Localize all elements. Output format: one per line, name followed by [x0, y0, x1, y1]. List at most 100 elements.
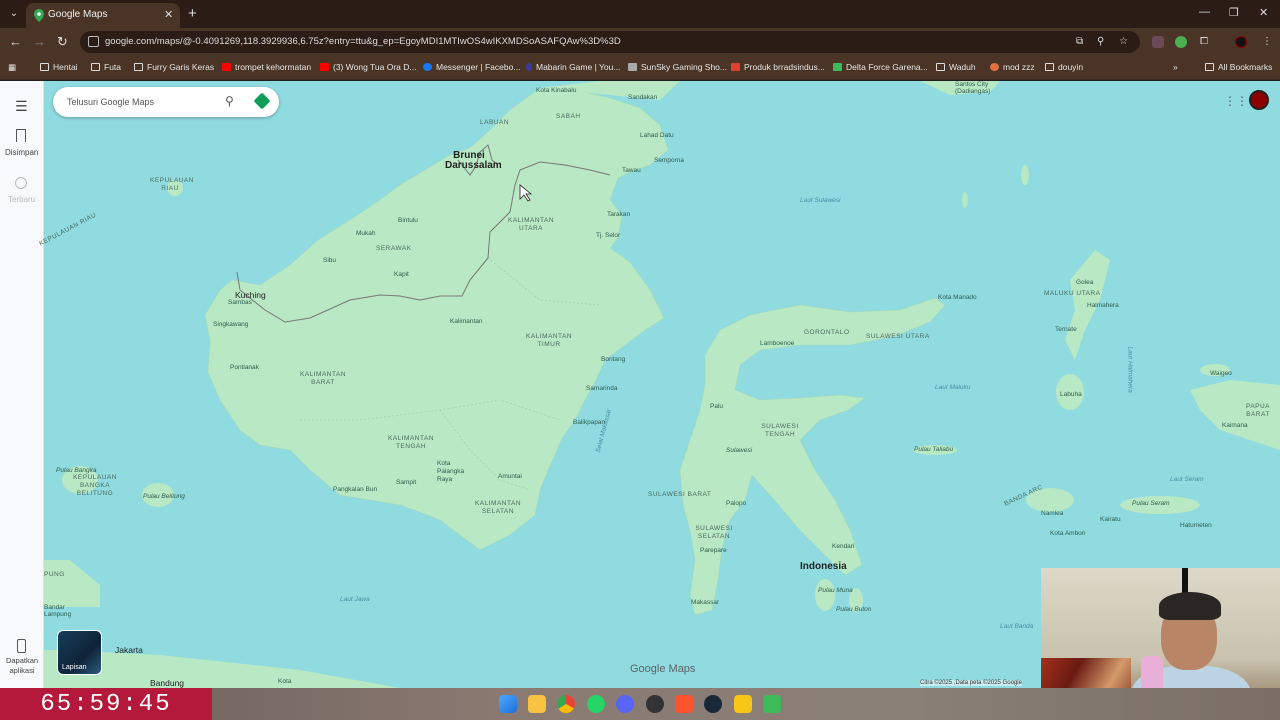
bookmark-icon[interactable]: [16, 129, 26, 142]
map-label-province: MALUKU UTARA: [1044, 290, 1101, 297]
menu-kebab-icon[interactable]: ⋮: [1262, 36, 1272, 47]
bookmark-item[interactable]: Futa: [91, 62, 121, 72]
map-label-city: Golea: [1076, 279, 1094, 286]
maps-search-box[interactable]: Telusuri Google Maps ⚲: [53, 87, 279, 117]
layers-button[interactable]: Lapisan: [57, 630, 102, 675]
back-icon[interactable]: ←: [9, 34, 22, 49]
windows-start-icon[interactable]: [499, 695, 517, 713]
close-window-icon[interactable]: ✕: [1259, 6, 1268, 19]
map-label-city: Tarakan: [607, 211, 631, 218]
get-app-label[interactable]: Dapatkan aplikasi: [3, 656, 41, 676]
map-label-province: KEPULAUAN RIAU: [150, 177, 194, 192]
directions-icon[interactable]: [253, 92, 271, 110]
map-label-sea: Laut Banda: [1000, 623, 1034, 630]
recent-label[interactable]: Terbaru: [8, 195, 35, 204]
bookmark-item[interactable]: Mabarin Game | You...: [526, 62, 620, 72]
file-explorer-icon[interactable]: [528, 695, 546, 713]
folder-icon: [1045, 63, 1054, 71]
hamburger-menu-icon[interactable]: ☰: [15, 98, 28, 115]
bookmark-item[interactable]: mod zzz: [990, 62, 1035, 72]
google-maps-logo: Google Maps: [630, 663, 696, 675]
minimize-icon[interactable]: —: [1199, 6, 1210, 18]
rockstar-icon[interactable]: [734, 695, 752, 713]
reload-icon[interactable]: ↻: [57, 34, 68, 50]
map-label-province: PAPUA BARAT: [1245, 403, 1271, 418]
map-label-city: Palopo: [726, 500, 747, 507]
island-small: [962, 192, 968, 208]
tab-strip: ⌄ Google Maps ✕ + — ❐ ✕: [0, 0, 1280, 28]
discord-icon[interactable]: [616, 695, 634, 713]
bookmark-item[interactable]: Delta Force Garena...: [833, 62, 928, 72]
all-bookmarks[interactable]: All Bookmarks: [1205, 62, 1272, 72]
map-label-city: Kendari: [832, 543, 855, 550]
map-label-city: Lamboenoe: [760, 340, 795, 347]
map-label-city: Halmahera: [1087, 302, 1119, 309]
install-app-icon[interactable]: ⧉: [1076, 36, 1083, 47]
tab-search-icon[interactable]: ⌄: [6, 6, 22, 22]
zoom-icon[interactable]: ⚲: [1097, 36, 1104, 47]
map-label-bandung: Bandung: [150, 678, 185, 688]
profile-avatar[interactable]: [1235, 36, 1247, 48]
extension-icon[interactable]: [1152, 36, 1164, 48]
game-launcher-icon[interactable]: [763, 695, 781, 713]
folder-icon: [134, 63, 143, 71]
map-label-city: Waigeo: [1210, 370, 1232, 377]
site-info-icon[interactable]: [88, 36, 99, 47]
chevron-right-icon[interactable]: »: [1173, 62, 1178, 72]
map-label-island: Pulau Taliabu: [914, 446, 954, 453]
extensions-puzzle-icon[interactable]: ⧠: [1200, 36, 1208, 47]
bookmark-star-icon[interactable]: ☆: [1119, 36, 1128, 47]
folder-icon: [936, 63, 945, 71]
folder-icon: [91, 63, 100, 71]
youtube-icon: [222, 63, 231, 71]
whatsapp-icon[interactable]: [587, 695, 605, 713]
map-label-city: Palu: [710, 403, 724, 410]
map-label-island: Pulau Belitung: [143, 493, 185, 500]
bookmark-item[interactable]: SunSky Gaming Sho...: [628, 62, 727, 72]
obs-icon[interactable]: [646, 695, 664, 713]
map-label-city: Kaimana: [1222, 422, 1248, 429]
search-input[interactable]: Telusuri Google Maps: [67, 97, 154, 107]
extension-green-icon[interactable]: [1175, 36, 1187, 48]
search-icon[interactable]: ⚲: [225, 94, 234, 108]
apps-grid-icon[interactable]: ▦: [8, 62, 16, 73]
forward-icon[interactable]: →: [33, 34, 46, 49]
folder-icon: [1205, 63, 1214, 71]
map-label-city: Ternate: [1055, 326, 1077, 333]
bookmark-item[interactable]: Furry Garis Keras: [134, 62, 214, 72]
phone-icon[interactable]: [17, 639, 26, 653]
map-label-city: Lahad Datu: [640, 132, 674, 139]
island-muna: [815, 579, 835, 611]
restore-icon[interactable]: ❐: [1229, 6, 1239, 19]
saved-label[interactable]: Disimpan: [5, 148, 38, 157]
new-tab-icon[interactable]: +: [188, 5, 197, 22]
map-label-city: Bintulu: [398, 217, 418, 224]
brave-icon[interactable]: [675, 695, 693, 713]
map-label-city: Mukah: [356, 230, 376, 237]
steam-icon[interactable]: [704, 695, 722, 713]
map-label-city: Bandar Lampung: [44, 604, 72, 618]
bookmark-item[interactable]: douyin: [1045, 62, 1083, 72]
map-label-city: Sampit: [396, 479, 417, 486]
map-label-city: Balikpapan: [573, 419, 606, 426]
map-label-island: Pulau Muna: [818, 587, 853, 594]
tab-close-icon[interactable]: ✕: [164, 8, 173, 21]
map-attribution: Citra ©2025 ,Data peta ©2025 Google: [920, 680, 1022, 686]
browser-toolbar: ← → ↻ google.com/maps/@-0.4091269,118.39…: [0, 28, 1280, 56]
bookmark-item[interactable]: (3) Wong Tua Ora D...: [320, 62, 416, 72]
tab-google-maps[interactable]: Google Maps ✕: [26, 3, 180, 28]
map-label-city: Namlea: [1041, 510, 1064, 517]
bookmark-item[interactable]: trompet kehormatan: [222, 62, 311, 72]
map-label-city: Sandakan: [628, 94, 658, 101]
bookmark-item[interactable]: Messenger | Facebo...: [423, 62, 520, 72]
map-label-indonesia: Indonesia: [800, 561, 847, 572]
history-icon[interactable]: [15, 177, 27, 189]
bookmark-item[interactable]: Waduh: [936, 62, 976, 72]
map-label-sea: Laut Sulawesi: [800, 197, 841, 204]
account-avatar[interactable]: [1249, 90, 1269, 110]
address-bar[interactable]: google.com/maps/@-0.4091269,118.3929936,…: [80, 31, 1140, 53]
bookmark-item[interactable]: Hentai: [40, 62, 78, 72]
chrome-icon[interactable]: [557, 695, 575, 713]
bookmarks-bar: ▦ Hentai Futa Furry Garis Keras trompet …: [0, 56, 1280, 80]
bookmark-item[interactable]: Produk brradsindus...: [731, 62, 825, 72]
